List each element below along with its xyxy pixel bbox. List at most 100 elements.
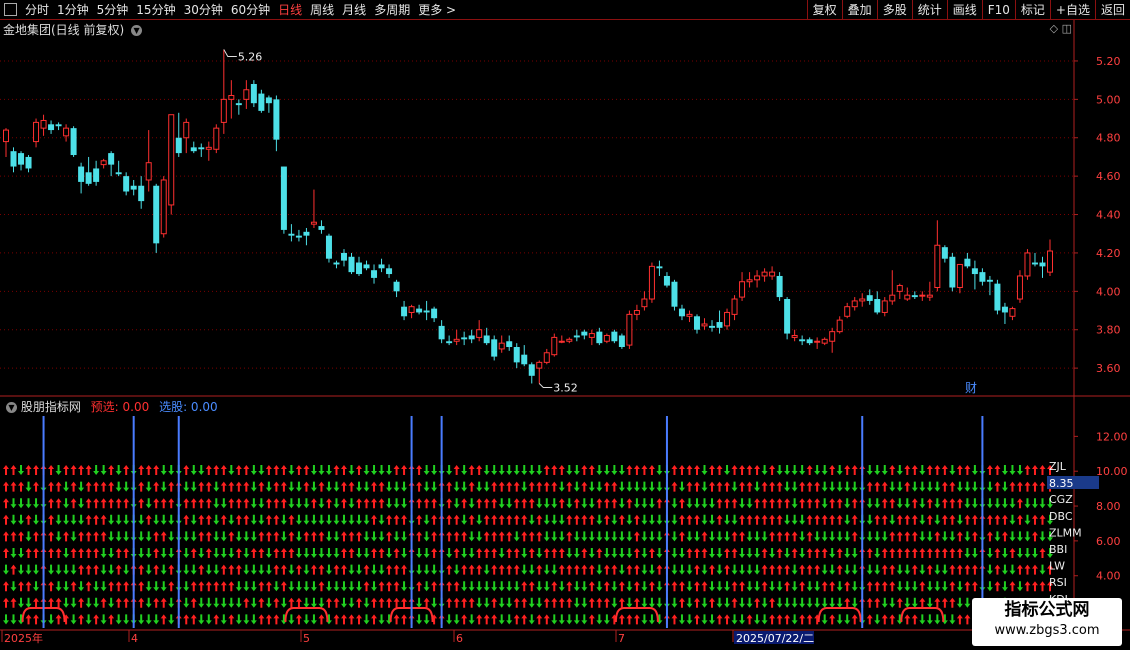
- signal-arrow-2-63: [476, 498, 483, 509]
- candle-body-21: [160, 179, 167, 235]
- signal-arrow-3-125: [941, 514, 948, 525]
- signal-arrow-7-38: [288, 581, 295, 592]
- signal-arrow-3-61: [461, 514, 468, 525]
- signal-arrow-5-45: [340, 548, 347, 558]
- candle-108: [814, 337, 821, 349]
- signal-arrow-3-31: [235, 514, 242, 525]
- signal-arrow-0-121: [911, 465, 918, 475]
- signal-arrow-0-91: [686, 465, 693, 475]
- signal-arrow-7-83: [626, 581, 633, 592]
- signal-arrow-2-99: [746, 498, 753, 509]
- candle-body-111: [836, 319, 843, 333]
- signal-arrow-0-112: [844, 465, 851, 475]
- candle-33: [250, 80, 257, 108]
- signal-arrow-2-132: [994, 498, 1001, 509]
- candle-body-79: [596, 331, 603, 344]
- signal-arrow-9-101: [761, 614, 768, 625]
- candle-body-106: [799, 339, 806, 342]
- signal-arrow-2-15: [115, 498, 122, 509]
- signal-arrow-0-24: [183, 465, 190, 475]
- signal-arrow-2-115: [866, 498, 873, 509]
- signal-arrow-6-123: [926, 564, 933, 575]
- signal-arrow-7-28: [213, 581, 220, 592]
- signal-arrow-1-95: [716, 481, 723, 492]
- signal-arrow-1-91: [686, 481, 693, 492]
- signal-arrow-5-78: [588, 548, 595, 558]
- signal-arrow-1-92: [693, 481, 700, 492]
- signal-arrow-6-21: [160, 564, 167, 575]
- signal-arrow-0-11: [85, 465, 92, 475]
- signal-arrow-3-135: [1016, 514, 1023, 525]
- candle-76: [573, 329, 580, 342]
- candle-64: [483, 327, 490, 346]
- signal-arrow-9-48: [363, 614, 370, 625]
- candle-120: [904, 287, 911, 301]
- signal-arrow-9-26: [198, 614, 205, 625]
- signal-arrow-9-11: [85, 614, 92, 625]
- signal-arrow-1-37: [280, 481, 287, 492]
- signal-arrow-8-13: [100, 597, 107, 608]
- signal-arrow-9-95: [716, 614, 723, 625]
- signal-arrow-1-132: [994, 481, 1001, 492]
- signal-arrow-7-134: [1009, 581, 1016, 592]
- signal-arrow-2-16: [123, 498, 130, 509]
- signal-arrow-3-3: [25, 514, 32, 525]
- signal-arrow-8-124: [934, 597, 941, 608]
- signal-arrow-7-34: [258, 581, 265, 592]
- candle-30: [228, 80, 235, 119]
- signal-arrow-2-9: [70, 498, 77, 509]
- signal-arrow-3-52: [393, 514, 400, 525]
- signal-arrow-1-109: [821, 481, 828, 492]
- signal-arrow-2-68: [513, 498, 520, 509]
- candle-body-32: [243, 89, 250, 100]
- signal-arrow-7-82: [618, 581, 625, 592]
- signal-arrow-1-120: [904, 481, 911, 492]
- signal-arrow-3-38: [288, 514, 295, 525]
- signal-arrow-1-80: [603, 481, 610, 492]
- signal-arrow-3-101: [761, 514, 768, 525]
- signal-arrow-2-41: [310, 498, 317, 509]
- signal-arrow-2-50: [378, 498, 385, 509]
- signal-arrow-9-112: [844, 614, 851, 625]
- signal-arrow-7-21: [160, 581, 167, 592]
- signal-arrow-3-45: [340, 514, 347, 525]
- signal-arrow-8-77: [581, 597, 588, 608]
- candle-8: [63, 124, 70, 142]
- signal-arrow-3-51: [386, 514, 393, 525]
- signal-arrow-8-72: [543, 597, 550, 608]
- signal-arrow-6-55: [416, 564, 423, 575]
- signal-arrow-7-133: [1001, 581, 1008, 592]
- signal-arrow-8-82: [618, 597, 625, 608]
- signal-arrow-0-111: [836, 465, 843, 475]
- signal-arrow-1-27: [205, 481, 212, 492]
- signal-arrow-2-103: [776, 498, 783, 509]
- signal-arrow-2-14: [108, 498, 115, 509]
- signal-arrow-6-100: [754, 564, 761, 575]
- signal-arrow-4-84: [633, 531, 640, 542]
- signal-arrow-4-18: [138, 531, 145, 542]
- signal-arrow-5-110: [829, 548, 836, 558]
- signal-arrow-1-52: [393, 481, 400, 492]
- signal-arrow-4-103: [776, 531, 783, 542]
- signal-arrow-5-93: [701, 548, 708, 558]
- signal-arrow-6-2: [18, 564, 25, 575]
- signal-arrow-7-79: [596, 581, 603, 592]
- signal-row-label-0: ZJL: [1049, 460, 1067, 473]
- signal-arrow-5-84: [633, 548, 640, 558]
- signal-arrow-2-30: [228, 498, 235, 509]
- signal-arrow-4-87: [656, 531, 663, 542]
- signal-arrow-1-72: [543, 481, 550, 492]
- signal-arrow-0-122: [919, 465, 926, 475]
- signal-arrow-8-84: [633, 597, 640, 608]
- signal-arrow-0-138: [1039, 465, 1046, 475]
- signal-arrow-5-10: [78, 548, 85, 558]
- candle-body-57: [431, 308, 438, 319]
- signal-arrow-0-79: [596, 465, 603, 475]
- signal-arrow-7-101: [761, 581, 768, 592]
- signal-arrow-1-49: [371, 481, 378, 492]
- signal-arrow-4-10: [78, 531, 85, 542]
- signal-arrow-2-27: [205, 498, 212, 509]
- signal-arrow-0-84: [633, 465, 640, 475]
- signal-arrow-3-134: [1009, 514, 1016, 525]
- signal-arrow-9-121: [911, 614, 918, 625]
